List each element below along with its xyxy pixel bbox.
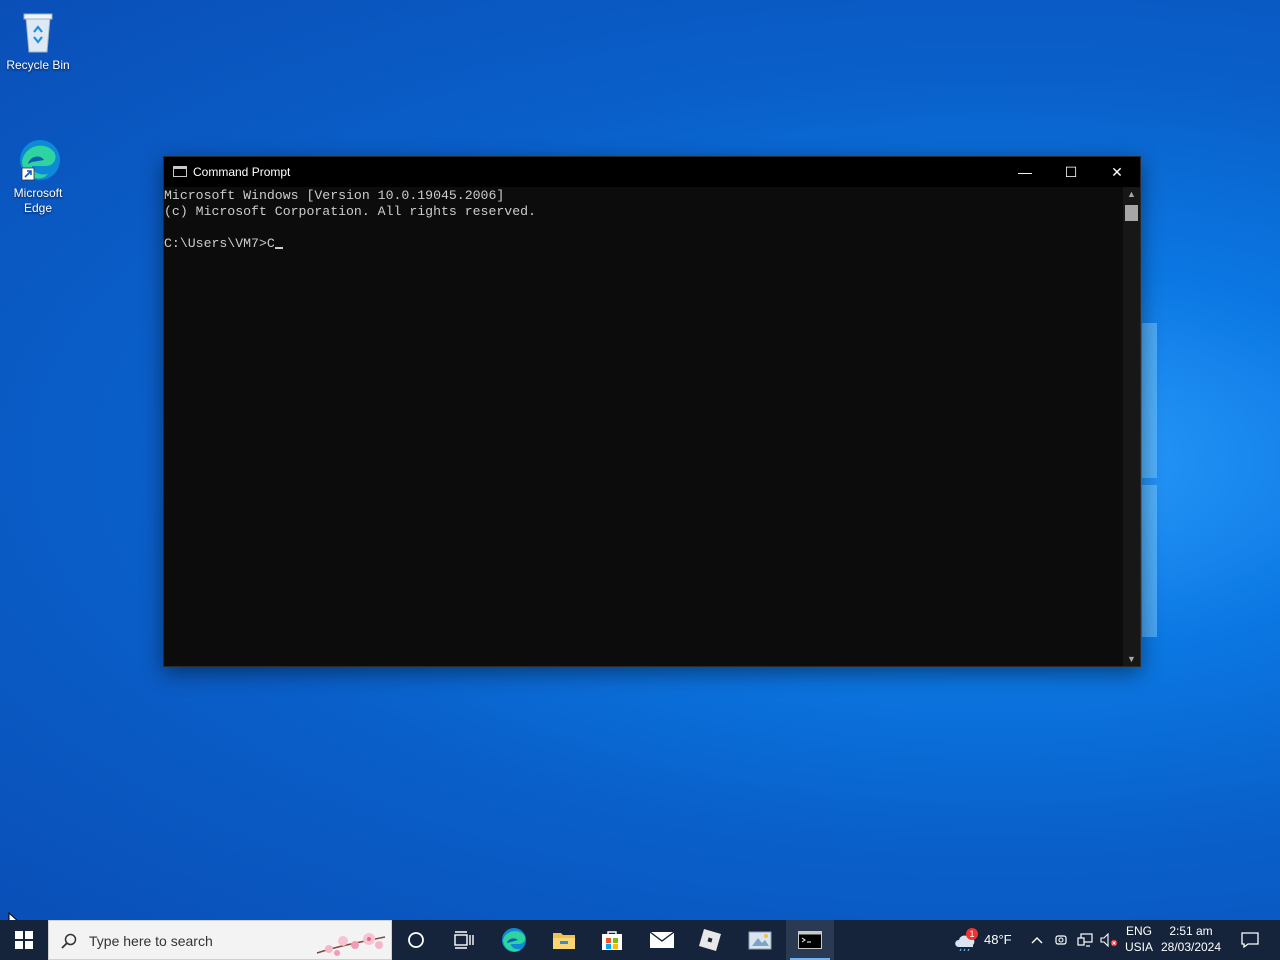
clock-date: 28/03/2024 <box>1160 940 1222 954</box>
folder-icon <box>553 933 575 949</box>
cmd-icon <box>173 166 187 177</box>
text-cursor <box>274 247 283 249</box>
desktop-icon-label: Recycle Bin <box>6 58 70 72</box>
taskbar-command-prompt[interactable] <box>786 920 834 960</box>
console-line: Microsoft Windows [Version 10.0.19045.20… <box>164 188 505 203</box>
tray-network[interactable] <box>1074 920 1096 960</box>
taskbar-mail[interactable] <box>638 920 686 960</box>
wallpaper-beam <box>1142 323 1157 478</box>
tray-meet-now[interactable] <box>1050 920 1072 960</box>
desktop-icon-label: Microsoft Edge <box>13 186 63 215</box>
console-prompt: C:\Users\VM7>C <box>164 236 275 251</box>
vertical-scrollbar[interactable]: ▲ ▼ <box>1123 187 1140 666</box>
scroll-down-arrow-icon[interactable]: ▼ <box>1123 652 1140 666</box>
taskbar: Type here to search 1 48°F ENG USIA 2:51… <box>0 920 1280 960</box>
roblox-icon <box>699 929 721 951</box>
paint-icon <box>748 931 772 950</box>
meet-now-icon <box>1055 935 1067 945</box>
recycle-bin-icon <box>14 8 62 56</box>
mouse-pointer-icon <box>8 912 18 920</box>
mail-icon <box>649 931 675 948</box>
network-icon <box>1077 933 1093 947</box>
search-placeholder: Type here to search <box>89 933 213 949</box>
cortana-circle-icon <box>408 932 424 948</box>
store-icon <box>602 931 622 950</box>
show-hidden-icons-button[interactable] <box>1026 920 1048 960</box>
taskbar-microsoft-store[interactable] <box>588 920 636 960</box>
cmd-icon <box>798 931 822 949</box>
console-output[interactable]: Microsoft Windows [Version 10.0.19045.20… <box>164 187 1124 667</box>
weather-widget[interactable]: 1 <box>948 920 984 960</box>
window-title: Command Prompt <box>193 165 291 179</box>
weather-temperature[interactable]: 48°F <box>984 932 1012 948</box>
keyboard-layout: USIA <box>1124 940 1153 954</box>
taskbar-task-view[interactable] <box>440 920 488 960</box>
taskbar-search-box[interactable]: Type here to search <box>48 920 392 960</box>
clock-time: 2:51 am <box>1169 924 1213 938</box>
taskbar-paint[interactable] <box>736 920 784 960</box>
search-icon <box>61 933 77 949</box>
cherry-blossom-icon <box>316 933 386 956</box>
close-button[interactable]: ✕ <box>1094 157 1140 187</box>
taskbar-edge[interactable] <box>490 920 538 960</box>
window-titlebar[interactable]: Command Prompt — ☐ ✕ <box>164 157 1140 187</box>
desktop-icon-microsoft-edge[interactable]: Microsoft Edge <box>0 106 76 231</box>
taskbar-roblox[interactable] <box>686 920 734 960</box>
taskbar-file-explorer[interactable] <box>540 920 588 960</box>
console-prompt-line[interactable]: C:\Users\VM7>C <box>164 236 1124 252</box>
console-line: (c) Microsoft Corporation. All rights re… <box>164 204 536 219</box>
tray-volume[interactable] <box>1098 920 1120 960</box>
start-button[interactable] <box>0 920 48 960</box>
minimize-button[interactable]: — <box>1002 157 1048 187</box>
edge-icon <box>14 121 62 181</box>
desktop-icon-recycle-bin[interactable]: Recycle Bin <box>0 8 76 73</box>
chevron-up-icon <box>1031 937 1043 944</box>
notification-icon <box>1241 932 1259 948</box>
volume-muted-icon <box>1100 933 1118 947</box>
scroll-thumb[interactable] <box>1125 205 1138 221</box>
task-view-icon <box>454 931 474 949</box>
windows-logo-icon <box>15 931 33 949</box>
wallpaper-beam <box>1142 485 1157 637</box>
scroll-up-arrow-icon[interactable]: ▲ <box>1123 187 1140 201</box>
desktop: Recycle Bin Microsoft Edge Command Promp… <box>0 0 1280 920</box>
edge-icon <box>502 928 526 952</box>
notification-badge: 1 <box>966 928 978 940</box>
input-language[interactable]: ENG USIA <box>1122 923 1156 955</box>
language-code: ENG <box>1125 924 1152 938</box>
action-center-button[interactable] <box>1232 920 1268 960</box>
maximize-button[interactable]: ☐ <box>1048 157 1094 187</box>
clock[interactable]: 2:51 am 28/03/2024 <box>1160 923 1222 955</box>
command-prompt-window[interactable]: Command Prompt — ☐ ✕ Microsoft Windows [… <box>163 156 1141 667</box>
taskbar-cortana[interactable] <box>392 920 440 960</box>
